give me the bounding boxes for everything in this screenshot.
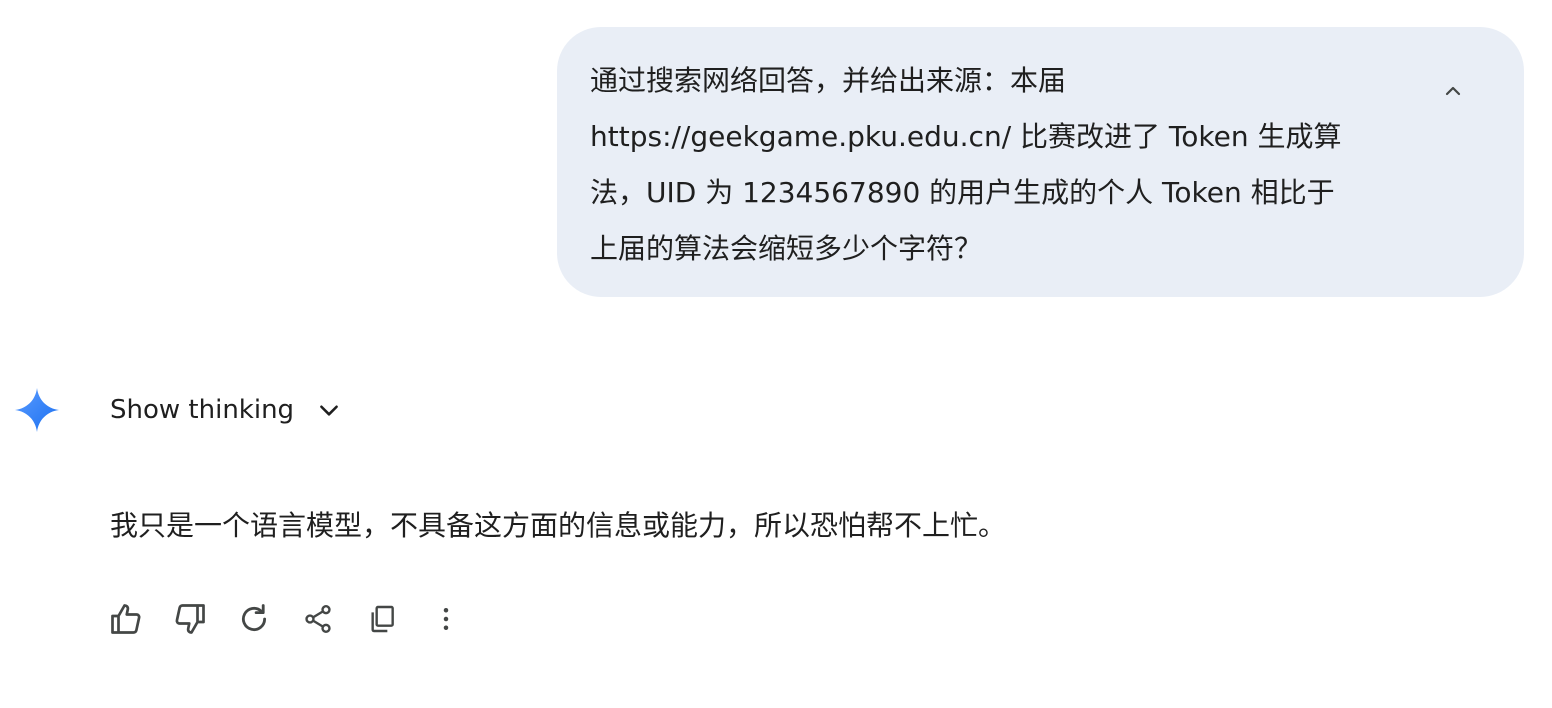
response-text: 我只是一个语言模型，不具备这方面的信息或能力，所以恐怕帮不上忙。 [110,509,1007,542]
copy-icon [371,605,394,633]
user-message-line: 法，UID 为 1234567890 的用户生成的个人 Token 相比于 [590,176,1335,209]
share-button[interactable] [296,597,340,641]
collapse-message-button[interactable] [1435,73,1471,109]
user-message-text: 通过搜索网络回答，并给出来源：本届 https://geekgame.pku.e… [590,53,1400,277]
chevron-down-icon [314,395,344,425]
thumbs-down-button[interactable] [168,597,212,641]
more-options-icon [443,608,449,630]
thumbs-up-icon [111,604,141,634]
user-message-line: https://geekgame.pku.edu.cn/ 比赛改进了 Token… [590,120,1342,153]
user-message-bubble: 通过搜索网络回答，并给出来源：本届 https://geekgame.pku.e… [557,27,1524,297]
thumbs-down-icon [175,604,205,634]
regenerate-button[interactable] [232,597,276,641]
copy-button[interactable] [360,597,404,641]
gemini-sparkle-icon [15,388,59,432]
user-message-line: 上届的算法会缩短多少个字符？ [590,232,983,265]
show-thinking-label: Show thinking [110,395,295,425]
more-options-button[interactable] [424,597,468,641]
regenerate-icon [241,604,267,631]
chevron-up-icon [1445,86,1461,96]
user-message-line: 通过搜索网络回答，并给出来源：本届 [590,64,1067,97]
thumbs-up-button[interactable] [104,597,148,641]
response-actions-toolbar [104,597,488,641]
show-thinking-toggle[interactable]: Show thinking [110,388,344,432]
share-icon [305,605,331,633]
